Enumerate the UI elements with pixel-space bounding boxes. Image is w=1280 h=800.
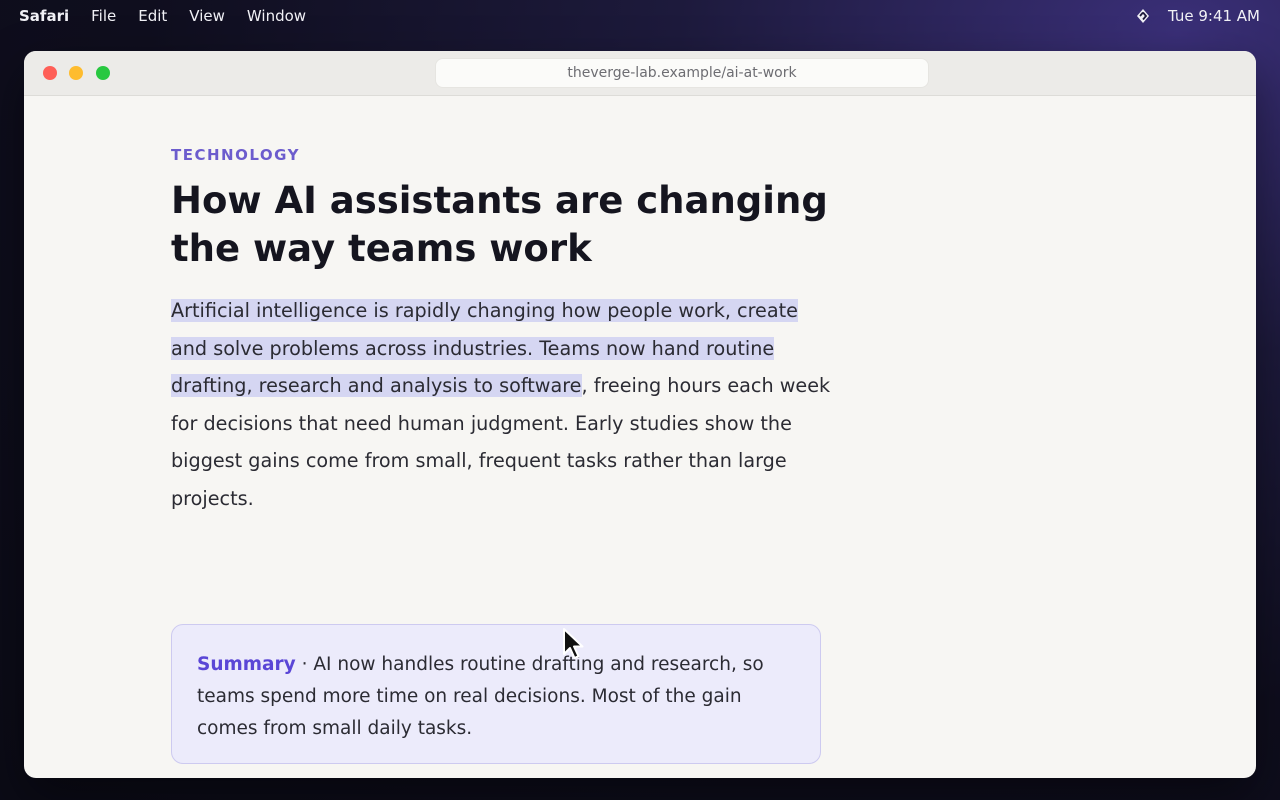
summary-box: Summary · AI now handles routine draftin… bbox=[171, 624, 821, 764]
browser-window: theverge-lab.example/ai-at-work TECHNOLO… bbox=[24, 51, 1256, 778]
address-bar-url: theverge-lab.example/ai-at-work bbox=[567, 65, 797, 81]
article-category[interactable]: TECHNOLOGY bbox=[171, 146, 300, 164]
sync-icon[interactable] bbox=[1134, 7, 1152, 25]
menu-view[interactable]: View bbox=[189, 7, 225, 25]
summary-separator: · bbox=[295, 654, 314, 675]
article-headline: How AI assistants are changing the way t… bbox=[171, 179, 828, 270]
menu-window[interactable]: Window bbox=[247, 7, 306, 25]
mouse-pointer-icon bbox=[563, 628, 584, 659]
menu-app-safari[interactable]: Safari bbox=[19, 7, 69, 25]
zoom-window-button[interactable] bbox=[96, 66, 110, 80]
menu-bar-clock[interactable]: Tue 9:41 AM bbox=[1168, 7, 1260, 25]
browser-title-bar: theverge-lab.example/ai-at-work bbox=[24, 51, 1256, 96]
close-window-button[interactable] bbox=[43, 66, 57, 80]
address-bar[interactable]: theverge-lab.example/ai-at-work bbox=[435, 58, 929, 88]
menu-bar: Safari File Edit View Window Tue 9:41 AM bbox=[0, 0, 1280, 32]
minimize-window-button[interactable] bbox=[69, 66, 83, 80]
menu-bar-status-area: Tue 9:41 AM bbox=[1134, 0, 1260, 32]
article-body[interactable]: Artificial intelligence is rapidly chang… bbox=[171, 292, 831, 517]
summary-label: Summary bbox=[197, 654, 296, 675]
menu-edit[interactable]: Edit bbox=[138, 7, 167, 25]
menu-file[interactable]: File bbox=[91, 7, 116, 25]
